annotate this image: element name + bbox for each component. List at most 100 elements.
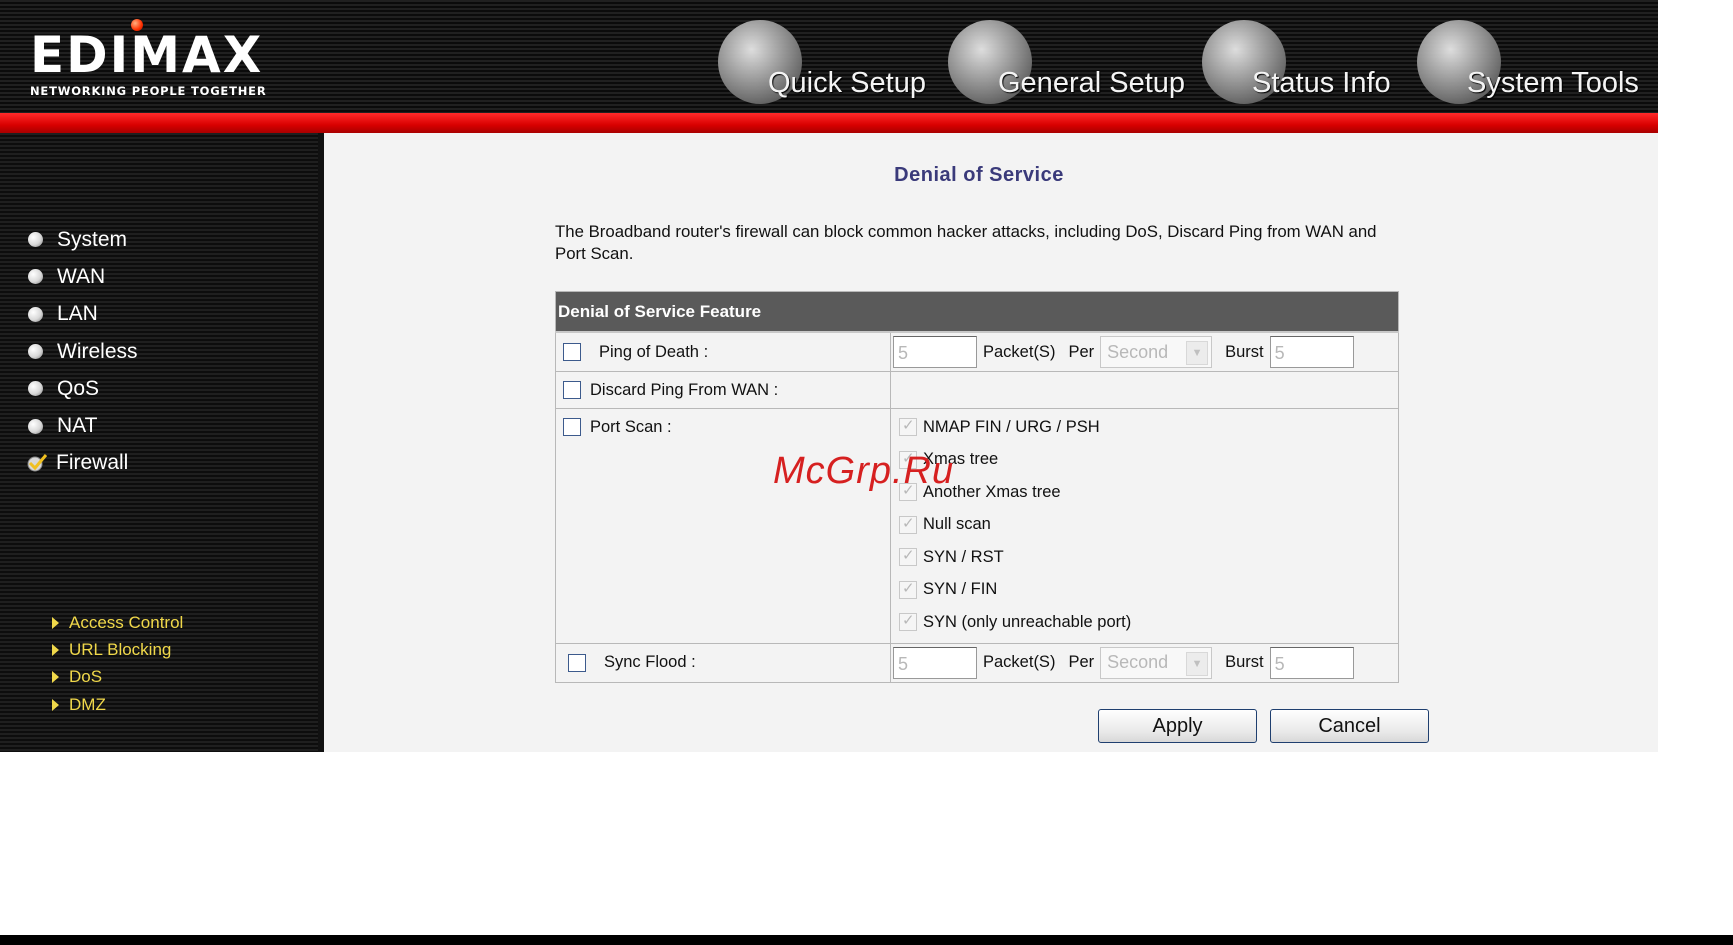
sync-flood-packets-input[interactable]: 5 — [893, 646, 977, 679]
submenu-label: DoS — [69, 667, 103, 687]
sidebar-item-label: Firewall — [56, 451, 129, 475]
apply-button[interactable]: Apply — [1098, 709, 1257, 743]
ping-of-death-burst-input[interactable]: 5 — [1269, 336, 1354, 368]
sync-flood-label: Sync Flood : — [604, 653, 696, 671]
sidebar-item-lan[interactable]: LAN — [28, 296, 138, 333]
table-header: Denial of Service Feature — [555, 291, 1399, 333]
bullet-icon — [28, 381, 43, 397]
sidebar-item-nat[interactable]: NAT — [28, 407, 138, 444]
sync-flood-per-select[interactable]: Second ▼ — [1100, 646, 1213, 679]
port-scan-option[interactable]: Another Xmas tree — [899, 476, 1398, 509]
nav-status-info[interactable]: Status Info — [1202, 20, 1391, 106]
sidebar-item-firewall[interactable]: Firewall — [27, 445, 138, 482]
bullet-icon — [28, 232, 43, 248]
sidebar-item-wireless[interactable]: Wireless — [28, 333, 138, 370]
arrow-right-icon — [52, 643, 59, 656]
ping-of-death-packets-input[interactable]: 5 — [893, 336, 977, 368]
port-scan-option[interactable]: SYN / FIN — [899, 574, 1398, 607]
submenu-dos[interactable]: DoS — [52, 664, 183, 691]
submenu-access-control[interactable]: Access Control — [52, 609, 183, 636]
discard-ping-checkbox[interactable] — [563, 381, 581, 399]
dos-feature-table: Denial of Service Feature Ping of Death … — [555, 291, 1399, 683]
table-cell: 5 Packet(S) Per Second ▼ Burst 5 — [890, 642, 1399, 683]
port-scan-option[interactable]: Xmas tree — [899, 444, 1398, 477]
sidebar: System WAN LAN Wireless QoS NAT Firewall… — [0, 133, 322, 752]
port-scan-option-label: SYN (only unreachable port) — [923, 612, 1132, 631]
per-select-value: Second — [1107, 652, 1169, 672]
sidebar-item-label: WAN — [57, 264, 106, 288]
port-scan-option[interactable]: SYN / RST — [899, 541, 1398, 574]
nav-quick-setup-label: Quick Setup — [768, 67, 926, 99]
port-scan-option[interactable]: NMAP FIN / URG / PSH — [899, 411, 1398, 444]
watermark-text: McGrp.Ru — [773, 450, 955, 492]
table-cell — [890, 371, 1399, 409]
page-description: The Broadband router's firewall can bloc… — [555, 222, 1377, 263]
ping-of-death-per-select[interactable]: Second ▼ — [1100, 336, 1213, 368]
sidebar-menu: System WAN LAN Wireless QoS NAT Firewall — [27, 221, 138, 482]
per-label: Per — [1068, 342, 1095, 361]
table-row-port-scan: Port Scan : NMAP FIN / URG / PSH Xmas tr… — [555, 408, 1399, 644]
port-scan-option-label: NMAP FIN / URG / PSH — [923, 417, 1100, 436]
sidebar-item-label: QoS — [57, 376, 100, 400]
checkmark-icon — [27, 454, 48, 472]
firewall-submenu: Access Control URL Blocking DoS DMZ — [52, 609, 183, 718]
logo-dot — [131, 19, 143, 31]
nav-status-info-label: Status Info — [1252, 67, 1391, 99]
per-select-value: Second — [1107, 341, 1169, 362]
port-scan-options: NMAP FIN / URG / PSH Xmas tree Another X… — [891, 409, 1398, 643]
sidebar-item-label: System — [57, 227, 128, 251]
ping-of-death-label: Ping of Death : — [599, 342, 709, 361]
logo-wordmark: EDIMAX — [30, 26, 264, 84]
table-row-sync-flood: Sync Flood : 5 Packet(S) Per Second ▼ Bur… — [555, 642, 1399, 683]
sidebar-item-label: LAN — [57, 302, 98, 326]
burst-label: Burst — [1225, 342, 1264, 361]
arrow-right-icon — [52, 616, 59, 629]
submenu-url-blocking[interactable]: URL Blocking — [52, 636, 183, 663]
router-admin-window: EDIMAX NETWORKING PEOPLE TOGETHER Quick … — [0, 0, 1658, 752]
port-scan-label: Port Scan : — [590, 417, 672, 436]
bottom-border — [0, 935, 1733, 945]
port-scan-option[interactable]: SYN (only unreachable port) — [899, 606, 1398, 639]
checkbox-checked-icon — [899, 611, 917, 632]
nav-quick-setup[interactable]: Quick Setup — [718, 20, 926, 106]
arrow-right-icon — [52, 698, 59, 711]
submenu-dmz[interactable]: DMZ — [52, 691, 183, 718]
submenu-label: Access Control — [69, 612, 184, 632]
checkbox-checked-icon — [899, 416, 917, 437]
cancel-button[interactable]: Cancel — [1270, 709, 1429, 743]
sidebar-item-qos[interactable]: QoS — [28, 370, 138, 407]
burst-label: Burst — [1225, 653, 1264, 671]
table-cell: Sync Flood : — [555, 642, 891, 683]
port-scan-option-label: SYN / FIN — [923, 580, 998, 599]
submenu-label: DMZ — [69, 694, 106, 714]
sidebar-item-wan[interactable]: WAN — [28, 258, 138, 295]
nav-system-tools-label: System Tools — [1467, 67, 1639, 99]
submenu-label: URL Blocking — [69, 639, 172, 659]
main-content: Denial of Service The Broadband router's… — [324, 133, 1658, 752]
sync-flood-burst-input[interactable]: 5 — [1269, 646, 1354, 679]
chevron-down-icon: ▼ — [1186, 651, 1209, 676]
bullet-icon — [28, 418, 43, 434]
ping-of-death-checkbox[interactable] — [563, 343, 581, 361]
nav-general-setup[interactable]: General Setup — [948, 20, 1185, 106]
checkbox-checked-icon — [899, 546, 917, 567]
port-scan-option-label: Null scan — [923, 515, 991, 534]
port-scan-checkbox[interactable] — [563, 418, 581, 436]
sidebar-item-label: NAT — [57, 414, 98, 438]
table-cell: 5 Packet(S) Per Second ▼ Burst 5 — [890, 331, 1399, 372]
bullet-icon — [28, 344, 43, 360]
sidebar-item-system[interactable]: System — [28, 221, 138, 258]
header-red-bar — [0, 113, 1658, 133]
table-cell: Port Scan : — [555, 408, 891, 644]
table-cell: NMAP FIN / URG / PSH Xmas tree Another X… — [890, 408, 1399, 644]
sync-flood-checkbox[interactable] — [568, 653, 586, 672]
nav-system-tools[interactable]: System Tools — [1417, 20, 1639, 106]
per-label: Per — [1068, 653, 1095, 671]
arrow-right-icon — [52, 671, 59, 684]
table-row-ping-of-death: Ping of Death : 5 Packet(S) Per Second ▼ … — [555, 331, 1399, 372]
port-scan-option[interactable]: Null scan — [899, 509, 1398, 542]
table-cell: Ping of Death : — [555, 331, 891, 372]
logo-tagline: NETWORKING PEOPLE TOGETHER — [30, 84, 267, 98]
checkbox-checked-icon — [899, 579, 917, 599]
discard-ping-label: Discard Ping From WAN : — [590, 380, 779, 399]
